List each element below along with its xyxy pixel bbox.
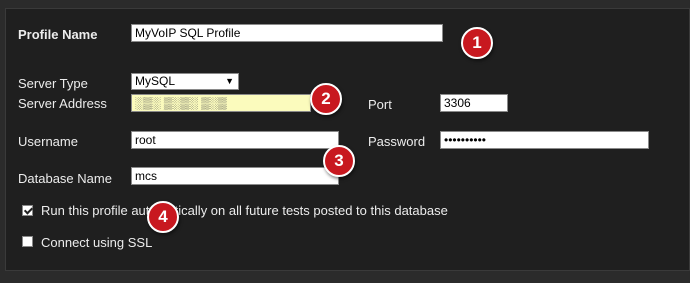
database-name-input[interactable] <box>131 167 339 185</box>
callout-badge-3: 3 <box>323 145 355 177</box>
run-automatically-checkbox[interactable] <box>22 205 33 216</box>
username-input[interactable] <box>131 131 339 149</box>
profile-name-label: Profile Name <box>18 27 98 42</box>
port-input[interactable] <box>440 94 508 112</box>
database-name-label: Database Name <box>18 171 112 186</box>
server-address-label: Server Address <box>18 96 107 111</box>
server-type-select[interactable]: MySQL ▼ <box>131 73 239 90</box>
server-type-value: MySQL <box>135 74 176 88</box>
connect-ssl-label: Connect using SSL <box>41 235 153 250</box>
run-automatically-label: Run this profile automatically on all fu… <box>41 203 448 218</box>
dropdown-arrow-icon: ▼ <box>225 76 234 86</box>
password-input[interactable] <box>440 131 649 149</box>
profile-name-input[interactable] <box>131 24 443 42</box>
callout-badge-2: 2 <box>310 83 342 115</box>
password-label: Password <box>368 134 426 149</box>
callout-badge-1: 1 <box>461 27 493 59</box>
username-label: Username <box>18 134 78 149</box>
connect-ssl-checkbox[interactable] <box>22 236 33 247</box>
server-type-label: Server Type <box>18 76 88 91</box>
server-address-input[interactable] <box>131 94 311 112</box>
port-label: Port <box>368 97 392 112</box>
callout-badge-4: 4 <box>147 201 179 233</box>
